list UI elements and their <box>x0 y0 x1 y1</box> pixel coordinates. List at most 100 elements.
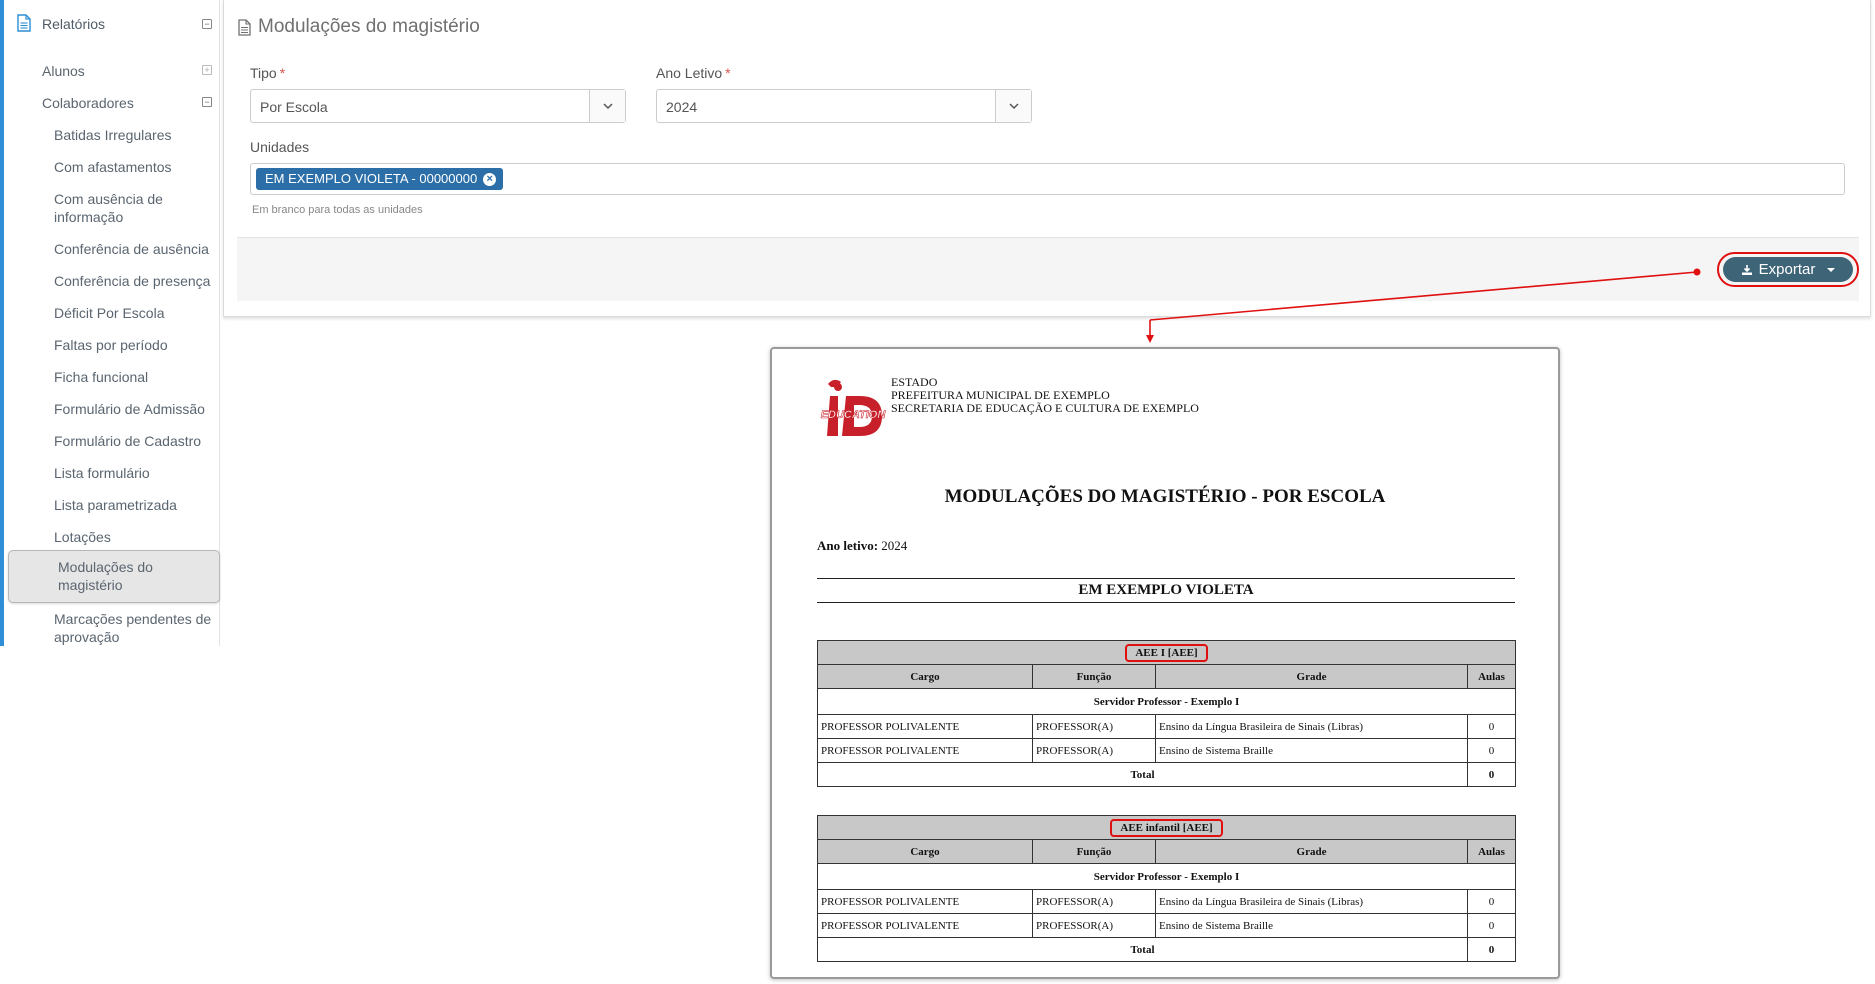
report-ano-letivo: Ano letivo: 2024 <box>817 538 907 554</box>
sidebar-subitem-formulario-cadastro[interactable]: Formulário de Cadastro <box>4 430 218 454</box>
sidebar-subitem-label: Marcações pendentes de aprovação <box>54 611 212 645</box>
tipo-label: Tipo * <box>250 65 285 81</box>
sidebar-subitem-batidas-irregulares[interactable]: Batidas Irregulares <box>4 124 218 148</box>
sidebar-subitem-label: Ficha funcional <box>54 369 149 385</box>
cell-cargo: PROFESSOR POLIVALENTE <box>817 913 1033 938</box>
sidebar-subitem-label: Com ausência de informação <box>54 191 163 225</box>
cell-aulas: 0 <box>1466 714 1517 739</box>
sidebar-subitem-label: Com afastamentos <box>54 159 172 175</box>
sidebar: Relatórios − Alunos + Colaboradores − Ba… <box>0 0 220 646</box>
remove-tag-icon[interactable]: × <box>483 173 497 186</box>
column-header: Cargo <box>817 664 1033 689</box>
cell-grade: Ensino da Língua Brasileira de Sinais (L… <box>1155 889 1468 914</box>
cell-funcao: PROFESSOR(A) <box>1032 738 1156 763</box>
total-row: Total 0 <box>817 762 1517 787</box>
report-title: MODULAÇÕES DO MAGISTÉRIO - POR ESCOLA <box>944 486 1386 507</box>
column-header: Grade <box>1155 664 1468 689</box>
table-row: PROFESSOR POLIVALENTE PROFESSOR(A) Ensin… <box>817 913 1517 938</box>
sidebar-subitem-label: Formulário de Cadastro <box>54 433 202 449</box>
sidebar-subitem-lista-formulario[interactable]: Lista formulário <box>4 462 218 486</box>
report-school-name: EM EXEMPLO VIOLETA <box>817 578 1515 603</box>
sidebar-subitem-label: Modulações do magistério <box>58 559 153 593</box>
required-mark: * <box>725 65 731 81</box>
cell-funcao: PROFESSOR(A) <box>1032 913 1156 938</box>
sidebar-subitem-label: Formulário de Admissão <box>54 401 205 417</box>
cell-funcao: PROFESSOR(A) <box>1032 889 1156 914</box>
sidebar-subitem-label: Faltas por período <box>54 337 168 353</box>
sidebar-subitem-label: Lotações <box>54 529 111 545</box>
tipo-select[interactable]: Por Escola <box>250 89 626 123</box>
column-header: Aulas <box>1466 664 1517 689</box>
cell-grade: Ensino de Sistema Braille <box>1155 738 1468 763</box>
sidebar-subitem-com-ausencia[interactable]: Com ausência de informação <box>4 188 218 228</box>
logo-text: EDUCATION <box>821 409 887 421</box>
report-preview: EDUCATION ESTADO PREFEITURA MUNICIPAL DE… <box>770 347 1560 979</box>
download-icon <box>1741 264 1752 275</box>
sidebar-item-alunos[interactable]: Alunos + <box>4 60 218 84</box>
sidebar-item-label: Alunos <box>42 63 85 79</box>
cell-cargo: PROFESSOR POLIVALENTE <box>817 714 1033 739</box>
ano-letivo-label: Ano Letivo * <box>656 65 731 81</box>
sidebar-subitem-label: Batidas Irregulares <box>54 127 172 143</box>
report-group-table: AEE I [AEE] Cargo Função Grade Aulas Ser… <box>816 640 1517 787</box>
sidebar-subitem-label: Lista parametrizada <box>54 497 177 513</box>
page-title-text: Modulações do magistério <box>258 16 480 37</box>
caret-down-icon <box>1827 267 1836 272</box>
education-logo-icon: EDUCATION <box>820 379 887 436</box>
sidebar-item-label: Colaboradores <box>42 95 134 111</box>
sidebar-subitem-label: Conferência de presença <box>54 273 211 289</box>
cell-cargo: PROFESSOR POLIVALENTE <box>817 738 1033 763</box>
sidebar-subitem-label: Conferência de ausência <box>54 241 209 257</box>
export-button[interactable]: Exportar <box>1723 257 1853 282</box>
total-label: Total <box>817 762 1468 787</box>
column-header: Aulas <box>1466 839 1517 864</box>
ano-letivo-value: 2024 <box>881 538 908 553</box>
chevron-down-icon[interactable] <box>589 90 625 122</box>
unidade-tag: EM EXEMPLO VIOLETA - 00000000 × <box>256 168 504 190</box>
tipo-label-text: Tipo <box>250 65 277 81</box>
collapse-icon[interactable]: − <box>202 97 212 107</box>
total-value: 0 <box>1466 937 1517 962</box>
column-header: Função <box>1032 839 1156 864</box>
sidebar-subitem-conferencia-ausencia[interactable]: Conferência de ausência <box>4 238 218 262</box>
cell-aulas: 0 <box>1466 889 1517 914</box>
cell-funcao: PROFESSOR(A) <box>1032 714 1156 739</box>
total-label: Total <box>817 937 1468 962</box>
report-group-table: AEE infantil [AEE] Cargo Função Grade Au… <box>816 815 1517 962</box>
collapse-icon[interactable]: − <box>202 19 212 29</box>
sidebar-section-label: Relatórios <box>42 16 106 32</box>
sidebar-item-colaboradores[interactable]: Colaboradores − <box>4 92 218 116</box>
cell-grade: Ensino da Língua Brasileira de Sinais (L… <box>1155 714 1468 739</box>
ano-letivo-label: Ano letivo: <box>817 538 879 553</box>
sidebar-subitem-conferencia-presenca[interactable]: Conferência de presença <box>4 270 218 294</box>
sidebar-subitem-label: Déficit Por Escola <box>54 305 165 321</box>
required-mark: * <box>279 65 286 81</box>
sidebar-subitem-lista-parametrizada[interactable]: Lista parametrizada <box>4 494 218 518</box>
sidebar-subitem-modulacoes-magisterio[interactable]: Modulações do magistério <box>8 550 220 603</box>
unidades-label: Unidades <box>250 139 310 155</box>
unidades-multiselect[interactable]: EM EXEMPLO VIOLETA - 00000000 × <box>250 163 1845 195</box>
sidebar-subitem-lotacoes[interactable]: Lotações <box>4 526 218 550</box>
sidebar-subitem-formulario-admissao[interactable]: Formulário de Admissão <box>4 398 218 422</box>
total-value: 0 <box>1466 762 1517 787</box>
cell-aulas: 0 <box>1466 738 1517 763</box>
sidebar-subitem-marcacoes-pendentes[interactable]: Marcações pendentes de aprovação <box>4 608 218 646</box>
sidebar-subitem-com-afastamentos[interactable]: Com afastamentos <box>4 156 218 180</box>
chevron-down-icon[interactable] <box>995 90 1031 122</box>
report-org-header: ESTADO PREFEITURA MUNICIPAL DE EXEMPLO S… <box>891 376 1199 415</box>
sidebar-section-relatorios[interactable]: Relatórios − <box>4 0 218 48</box>
ano-letivo-select[interactable]: 2024 <box>656 89 1032 123</box>
expand-icon[interactable]: + <box>202 65 212 75</box>
group-header: AEE infantil [AEE] <box>816 815 1517 840</box>
sidebar-subitem-deficit-por-escola[interactable]: Déficit Por Escola <box>4 302 218 326</box>
group-header: AEE I [AEE] <box>816 640 1517 665</box>
sidebar-subitem-faltas-por-periodo[interactable]: Faltas por período <box>4 334 218 358</box>
report-form-panel: Modulações do magistério Tipo * Por Escol… <box>223 0 1871 317</box>
sidebar-subitem-ficha-funcional[interactable]: Ficha funcional <box>4 366 218 390</box>
column-header: Grade <box>1155 839 1468 864</box>
tipo-select-value: Por Escola <box>260 99 328 115</box>
document-icon <box>238 19 251 36</box>
total-row: Total 0 <box>817 937 1517 962</box>
cell-aulas: 0 <box>1466 913 1517 938</box>
ano-letivo-select-value: 2024 <box>666 99 698 115</box>
